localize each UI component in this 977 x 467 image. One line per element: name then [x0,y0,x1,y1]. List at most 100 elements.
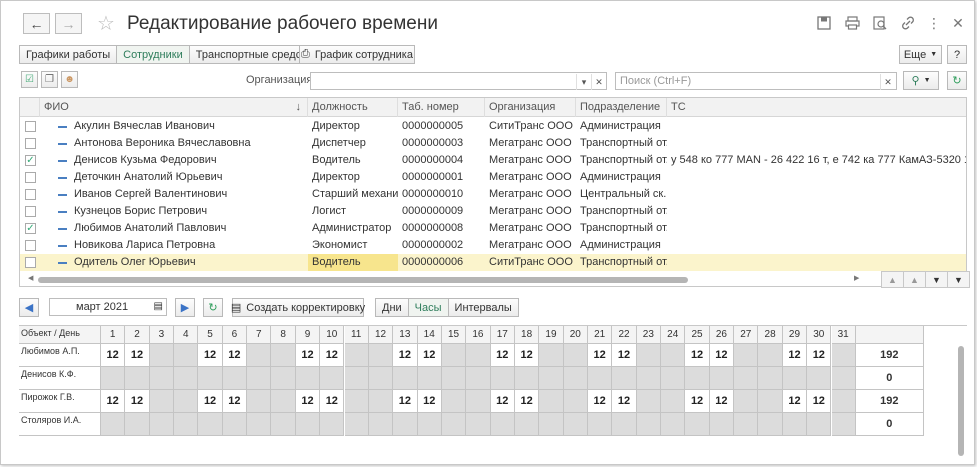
search-input[interactable]: Поиск (Ctrl+F) ✕ [615,72,897,90]
row-checkbox[interactable] [25,257,36,268]
create-correction-button[interactable]: ▤ Создать корректировку [231,298,365,317]
day-cell[interactable] [198,413,223,436]
day-cell[interactable] [539,413,564,436]
table-row[interactable]: Одитель Олег Юрьевич Водитель 0000000006 Си… [20,254,966,271]
day-cell[interactable] [271,390,296,413]
day-cell[interactable]: 12 [222,390,248,413]
next-period-button[interactable]: ▶ [175,298,195,317]
day-cell[interactable]: 12 [612,344,637,367]
day-cell[interactable] [734,367,759,390]
day-cell[interactable] [320,413,345,436]
back-button[interactable]: ← [23,13,50,34]
table-row[interactable]: ✓ Денисов Кузьма Федорович Водитель 0000000… [20,152,966,169]
day-cell[interactable]: 12 [417,344,442,367]
day-cell[interactable] [344,367,369,390]
day-cell[interactable] [563,344,588,367]
day-cell[interactable]: 12 [709,390,735,413]
row-checkbox[interactable] [25,138,36,149]
scrollbar-thumb[interactable] [958,346,964,456]
day-cell[interactable] [174,390,199,413]
row-checkbox[interactable]: ✓ [25,223,36,234]
day-cell[interactable]: 12 [588,344,613,367]
day-cell[interactable] [636,390,662,413]
day-cell[interactable] [782,367,808,390]
day-cell[interactable]: 12 [125,390,150,413]
mode-hours[interactable]: Часы [407,298,448,317]
mode-days[interactable]: Дни [375,298,408,317]
employee-schedule-button[interactable]: ⎙ График сотрудника [299,45,415,64]
day-cell[interactable] [271,413,296,436]
day-cell[interactable] [222,367,248,390]
day-cell[interactable]: 12 [393,390,418,413]
day-cell[interactable]: 12 [101,344,126,367]
day-cell[interactable]: 12 [125,344,150,367]
day-cell[interactable] [636,344,662,367]
day-cell[interactable] [149,344,175,367]
day-cell[interactable] [539,390,564,413]
day-cell[interactable] [539,367,564,390]
day-cell[interactable] [807,367,832,390]
day-cell[interactable] [344,413,369,436]
day-cell[interactable] [539,344,564,367]
print-icon[interactable] [843,14,861,32]
day-cell[interactable] [612,413,637,436]
day-cell[interactable]: 12 [685,390,710,413]
row-checkbox[interactable] [25,121,36,132]
day-cell[interactable] [247,413,272,436]
day-cell[interactable] [490,413,515,436]
row-checkbox[interactable] [25,206,36,217]
day-cell[interactable] [149,390,175,413]
day-cell[interactable] [661,413,686,436]
day-cell[interactable] [295,413,321,436]
day-cell[interactable] [271,344,296,367]
day-cell[interactable] [441,344,467,367]
day-cell[interactable] [466,413,491,436]
day-cell[interactable] [636,413,662,436]
day-cell[interactable] [368,367,394,390]
day-cell[interactable] [514,413,540,436]
day-cell[interactable]: 12 [198,390,223,413]
forward-button[interactable]: → [55,13,82,34]
day-cell[interactable] [831,367,856,390]
row-checkbox[interactable] [25,240,36,251]
day-cell[interactable] [758,413,783,436]
day-cell[interactable] [295,367,321,390]
day-cell[interactable]: 12 [782,344,808,367]
day-cell[interactable] [758,367,783,390]
day-cell[interactable] [198,367,223,390]
day-cell[interactable] [247,367,272,390]
organization-field[interactable]: ▾ ✕ [310,72,607,90]
table-row[interactable]: Новикова Лариса Петровна Экономист 0000000… [20,237,966,254]
day-cell[interactable]: 12 [514,390,540,413]
day-cell[interactable]: 12 [101,390,126,413]
search-button[interactable]: ⚲ ▼ [903,71,939,90]
day-cell[interactable] [417,413,442,436]
day-cell[interactable] [247,344,272,367]
day-cell[interactable] [734,413,759,436]
day-cell[interactable]: 12 [295,344,321,367]
day-cell[interactable] [222,413,248,436]
day-cell[interactable] [368,344,394,367]
day-cell[interactable] [368,413,394,436]
move-down-button[interactable]: ▼ [925,271,948,288]
more-button[interactable]: Еще ▼ [899,45,942,64]
day-cell[interactable] [685,367,710,390]
day-cell[interactable]: 12 [807,344,832,367]
day-cell[interactable] [831,344,856,367]
table-row[interactable]: Кузнецов Борис Петрович Логист 0000000009 М… [20,203,966,220]
refresh-calendar-button[interactable]: ↻ [203,298,223,317]
day-cell[interactable] [831,413,856,436]
link-icon[interactable] [899,14,917,32]
day-cell[interactable] [174,367,199,390]
day-cell[interactable]: 12 [295,390,321,413]
day-cell[interactable] [271,367,296,390]
day-cell[interactable] [149,367,175,390]
day-cell[interactable] [393,413,418,436]
day-cell[interactable]: 12 [709,344,735,367]
favorite-star-icon[interactable]: ☆ [97,11,115,36]
day-cell[interactable]: 12 [612,390,637,413]
day-cell[interactable] [417,367,442,390]
day-cell[interactable] [685,413,710,436]
day-cell[interactable] [466,367,491,390]
day-cell[interactable] [101,367,126,390]
